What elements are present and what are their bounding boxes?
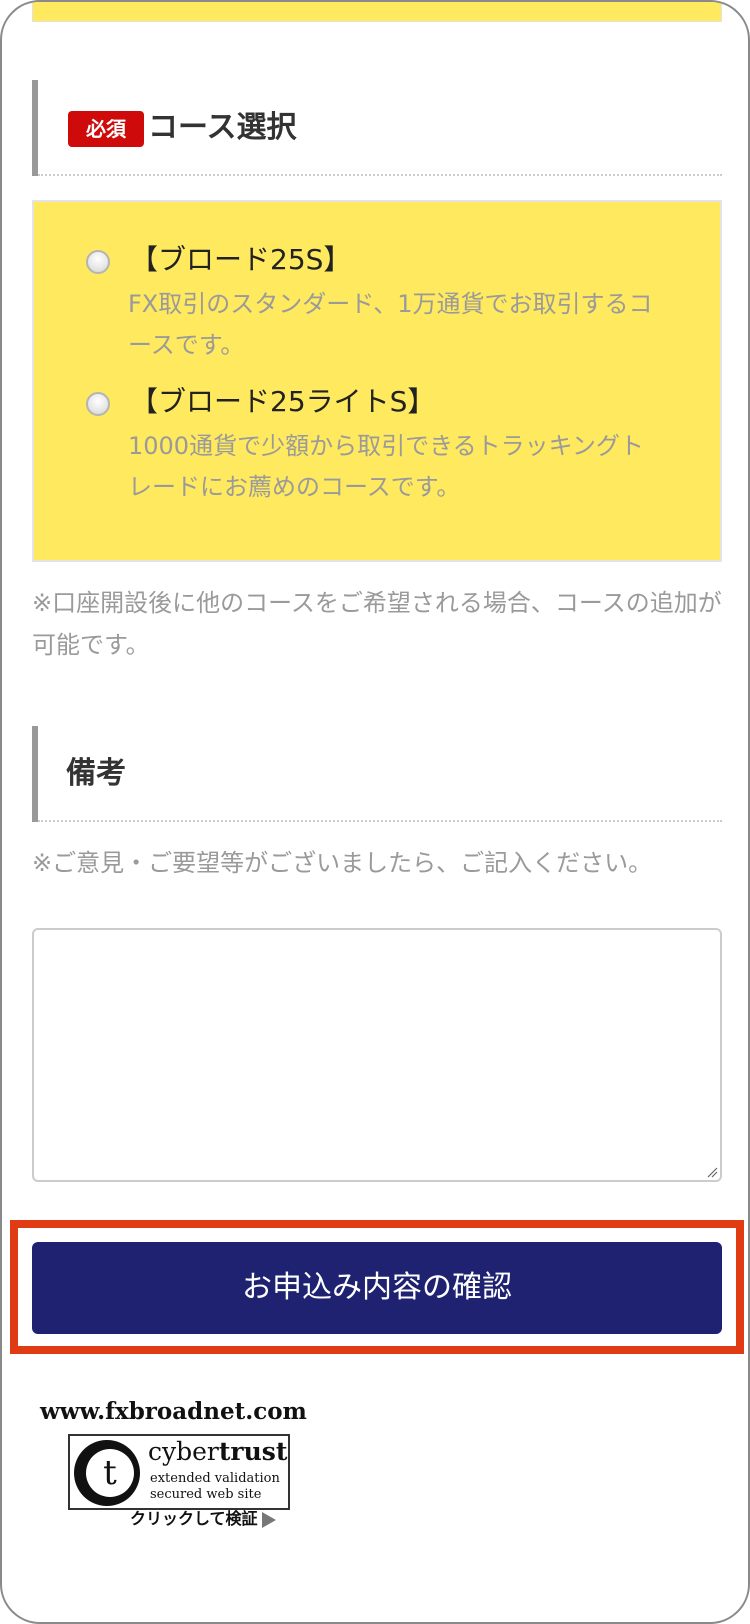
course-option-title[interactable]: 【ブロード25S】 bbox=[130, 240, 351, 280]
verify-link[interactable]: クリックして検証 bbox=[130, 1508, 276, 1530]
play-arrow-icon bbox=[261, 1511, 276, 1528]
phone-frame: 必須 コース選択 【ブロード25S】 FX取引のスタンダード、1万通貨でお取引す… bbox=[0, 0, 750, 1624]
cybertrust-seal[interactable]: t cybertrust extended validation secured… bbox=[68, 1432, 290, 1512]
radio-broad25-lite-s[interactable] bbox=[86, 392, 110, 416]
previous-section-panel-edge bbox=[32, 2, 722, 22]
required-badge: 必須 bbox=[68, 111, 144, 147]
remarks-note: ※ご意見・ご要望等がございましたら、ご記入ください。 bbox=[32, 849, 653, 877]
radio-broad25s[interactable] bbox=[86, 250, 110, 274]
course-section-heading: 必須 コース選択 bbox=[32, 80, 722, 176]
course-option-description: 1000通貨で少額から取引できるトラッキングトレードにお薦めのコースです。 bbox=[128, 432, 644, 501]
resize-grip-icon[interactable] bbox=[706, 1166, 718, 1178]
heading-dotted-divider bbox=[38, 820, 722, 822]
course-option-description: FX取引のスタンダード、1万通貨でお取引するコースです。 bbox=[128, 290, 653, 359]
remarks-textarea[interactable] bbox=[32, 928, 722, 1182]
course-option-title[interactable]: 【ブロード25ライトS】 bbox=[130, 382, 435, 422]
seal-brand-name: cybertrust bbox=[148, 1437, 288, 1466]
course-options-panel: 【ブロード25S】 FX取引のスタンダード、1万通貨でお取引するコースです。 【… bbox=[32, 200, 722, 562]
confirm-application-button[interactable]: お申込み内容の確認 bbox=[32, 1242, 722, 1334]
course-section-title: コース選択 bbox=[148, 110, 297, 145]
heading-dotted-divider bbox=[38, 174, 722, 176]
remarks-section-heading: 備考 bbox=[32, 726, 722, 822]
course-note: ※口座開設後に他のコースをご希望される場合、コースの追加が可能です。 bbox=[32, 589, 722, 659]
svg-text:t: t bbox=[103, 1453, 117, 1493]
seal-secured-text: secured web site bbox=[150, 1487, 262, 1502]
seal-validation-text: extended validation bbox=[150, 1471, 280, 1486]
site-url: www.fxbroadnet.com bbox=[40, 1398, 307, 1425]
cybertrust-logo-icon: t bbox=[74, 1440, 140, 1506]
remarks-section-title: 備考 bbox=[66, 756, 126, 791]
